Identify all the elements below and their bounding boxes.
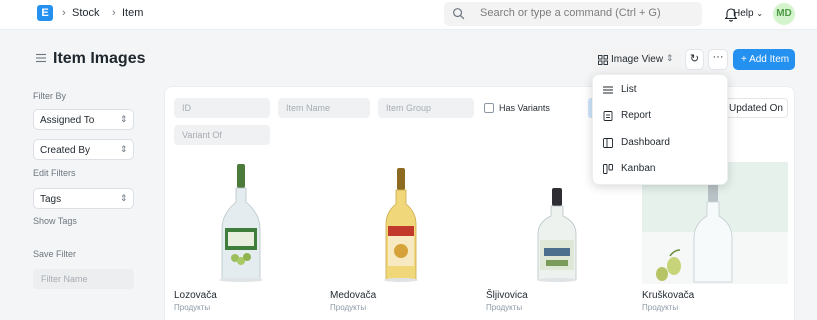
assigned-to-select[interactable]: Assigned To ⇕ xyxy=(33,109,134,130)
select-caret-icon: ⇕ xyxy=(120,144,128,154)
item-group-medovaca: Продукты xyxy=(330,303,367,312)
id-filter-placeholder: ID xyxy=(182,103,191,113)
item-name-filter-input[interactable]: Item Name xyxy=(278,98,370,118)
filter-by-label: Filter By xyxy=(33,91,67,101)
top-navbar: E › Stock › Item Search or type a comman… xyxy=(0,0,817,30)
breadcrumb-separator-icon: › xyxy=(112,7,116,19)
list-icon xyxy=(603,86,613,94)
view-menu-item-report[interactable]: Report xyxy=(593,103,729,129)
view-switcher-button[interactable]: Image View ⇕ xyxy=(592,49,681,70)
search-icon xyxy=(453,8,465,20)
view-menu-item-dashboard[interactable]: Dashboard xyxy=(593,130,729,156)
item-name-lozovaca[interactable]: Lozovača xyxy=(174,290,217,301)
variant-of-filter-placeholder: Variant Of xyxy=(182,130,222,140)
item-name-kruskovaca[interactable]: Kruškovača xyxy=(642,290,694,301)
item-name-medovaca[interactable]: Medovača xyxy=(330,290,376,301)
app-logo[interactable]: E xyxy=(37,5,53,21)
view-switcher-dropdown: List Report Dashboard Kanban xyxy=(592,74,728,185)
item-group-kruskovaca: Продукты xyxy=(642,303,679,312)
page-title: Item Images xyxy=(53,50,146,67)
image-view-icon xyxy=(598,55,608,65)
select-caret-icon: ⇕ xyxy=(120,193,128,203)
view-menu-label-dashboard: Dashboard xyxy=(621,137,670,148)
item-image-medovaca[interactable] xyxy=(330,162,476,284)
kanban-icon xyxy=(603,164,613,174)
item-image-lozovaca[interactable] xyxy=(174,162,320,284)
has-variants-checkbox[interactable] xyxy=(484,103,494,113)
tags-select[interactable]: Tags ⇕ xyxy=(33,188,134,209)
item-group-lozovaca: Продукты xyxy=(174,303,211,312)
filter-name-placeholder: Filter Name xyxy=(41,274,88,284)
save-filter-label: Save Filter xyxy=(33,249,77,259)
variant-of-filter-input[interactable]: Variant Of xyxy=(174,125,270,145)
tags-label: Tags xyxy=(40,194,62,205)
view-menu-label-list: List xyxy=(621,84,637,95)
edit-filters-link[interactable]: Edit Filters xyxy=(33,168,76,178)
chevron-down-icon: ⌄ xyxy=(756,9,764,18)
filter-name-input[interactable]: Filter Name xyxy=(33,269,134,289)
item-name-filter-placeholder: Item Name xyxy=(286,103,331,113)
search-input[interactable]: Search or type a command (Ctrl + G) xyxy=(444,2,702,26)
view-switcher-label: Image View xyxy=(611,54,664,65)
view-menu-label-report: Report xyxy=(621,110,652,121)
show-tags-link[interactable]: Show Tags xyxy=(33,216,77,226)
avatar[interactable]: MD xyxy=(773,3,795,25)
view-menu-label-kanban: Kanban xyxy=(621,163,656,174)
dashboard-icon xyxy=(603,138,613,148)
report-icon xyxy=(603,111,613,121)
add-item-label: + Add Item xyxy=(741,54,790,65)
more-icon: ··· xyxy=(712,51,724,63)
id-filter-input[interactable]: ID xyxy=(174,98,270,118)
created-by-label: Created By xyxy=(40,145,91,156)
refresh-icon: ↻ xyxy=(689,53,700,65)
item-group-filter-placeholder: Item Group xyxy=(386,103,432,113)
help-menu[interactable]: Help ⌄ xyxy=(733,8,763,19)
breadcrumb-stock[interactable]: Stock xyxy=(72,7,100,19)
view-menu-item-kanban[interactable]: Kanban xyxy=(593,156,729,182)
has-variants-label: Has Variants xyxy=(499,103,550,113)
more-actions-button[interactable]: ··· xyxy=(708,49,728,70)
created-by-select[interactable]: Created By ⇕ xyxy=(33,139,134,160)
breadcrumb-separator-icon: › xyxy=(62,7,66,19)
sidebar-toggle-icon[interactable] xyxy=(36,53,46,63)
assigned-to-label: Assigned To xyxy=(40,115,95,126)
view-menu-item-list[interactable]: List xyxy=(593,77,729,103)
item-group-filter-input[interactable]: Item Group xyxy=(378,98,474,118)
select-caret-icon: ⇕ xyxy=(666,53,674,63)
item-group-sljivovica: Продукты xyxy=(486,303,523,312)
search-placeholder: Search or type a command (Ctrl + G) xyxy=(480,7,661,19)
select-caret-icon: ⇕ xyxy=(120,114,128,124)
breadcrumb-item[interactable]: Item xyxy=(122,7,143,19)
item-name-sljivovica[interactable]: Šljivovica xyxy=(486,290,528,301)
help-label: Help xyxy=(733,8,754,19)
add-item-button[interactable]: + Add Item xyxy=(733,49,795,70)
refresh-button[interactable]: ↻ xyxy=(685,49,704,70)
sort-by-label: Updated On xyxy=(729,103,783,114)
